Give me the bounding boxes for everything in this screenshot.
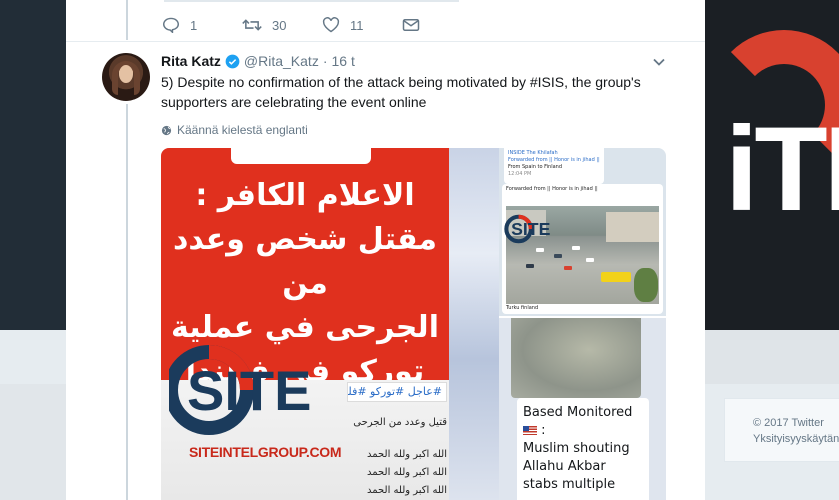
profile-nav-strip (705, 330, 839, 384)
reply-icon (162, 17, 180, 33)
avatar[interactable] (102, 53, 150, 101)
media-image-top-right[interactable]: INSIDE The Khilafah Forwarded from || Ho… (499, 148, 666, 316)
svg-text:SITE: SITE (187, 359, 311, 422)
blurred-photo (511, 318, 641, 398)
retweet-button[interactable]: 30 (242, 17, 322, 33)
media-background-sky (449, 148, 499, 500)
envelope-icon (402, 19, 420, 31)
us-flag-icon (523, 426, 537, 435)
reply-button[interactable]: 1 (162, 17, 242, 33)
previous-tweet-actions: 1 30 11 (162, 14, 482, 36)
tweet-divider (66, 41, 705, 42)
tweet-text: 5) Despite no confirmation of the attack… (161, 74, 641, 110)
site-url: SITEINTELGROUP.COM (189, 444, 342, 460)
chat-photo-message: Forwarded from || Honor is in jihad || S… (502, 184, 663, 314)
like-count: 11 (350, 17, 364, 33)
translate-tweet-link[interactable]: Käännä kielestä englanti (161, 123, 308, 137)
separator-dot: · (322, 53, 328, 69)
photo-caption: Turku finland (506, 305, 539, 311)
translate-label: Käännä kielestä englanti (177, 123, 308, 137)
banner-logo-letters: iTE (725, 102, 839, 236)
svg-text:SITE: SITE (511, 219, 550, 239)
author-name[interactable]: Rita Katz (161, 53, 221, 69)
heart-icon (322, 17, 340, 33)
site-watermark-icon: SITE (504, 214, 551, 244)
previous-tweet-media-edge (164, 0, 459, 2)
chat-message-top: INSIDE The Khilafah Forwarded from || Ho… (504, 148, 604, 184)
page-background-left-footer (0, 384, 66, 500)
poster-arabic-lines: قتيل وعدد من الجرحى الله اكبر ولله الحمد… (353, 417, 447, 496)
profile-banner-right: iTE (705, 0, 839, 330)
verified-badge-icon (225, 54, 240, 68)
media-image-bottom-right[interactable]: Based Monitored : Muslim shouting Allahu… (499, 318, 666, 500)
retweet-count: 30 (272, 17, 287, 33)
tweet-column: 1 30 11 Rita Katz @Rita_Katz · 16 t 5) D… (66, 0, 705, 500)
globe-icon (161, 125, 172, 135)
author-handle[interactable]: @Rita_Katz (244, 53, 319, 69)
thread-line (126, 104, 128, 500)
chevron-down-icon[interactable] (652, 55, 666, 69)
poster-top-tab (231, 148, 371, 164)
footer-links: © 2017 Twitter Yksityisyyskäytän (724, 398, 839, 462)
reply-count: 1 (190, 17, 198, 33)
direct-message-button[interactable] (402, 18, 482, 32)
footer-privacy-link[interactable]: Yksityisyyskäytän (753, 431, 839, 447)
tweet-media-grid: الاعلام الكافر : مقتل شخص وعدد من الجرحى… (161, 148, 666, 500)
like-button[interactable]: 11 (322, 17, 402, 33)
profile-banner-left (0, 0, 66, 330)
footer-copyright: © 2017 Twitter (753, 417, 824, 429)
tweet-header: Rita Katz @Rita_Katz · 16 t (161, 53, 355, 69)
message-card: Based Monitored : Muslim shouting Allahu… (517, 398, 649, 500)
thread-line (126, 0, 128, 40)
tweet-timestamp[interactable]: 16 t (332, 53, 355, 69)
poster-hashtags: #عاجل #توركو #فلندا (347, 382, 447, 402)
retweet-icon (242, 19, 262, 31)
media-image-left[interactable]: الاعلام الكافر : مقتل شخص وعدد من الجرحى… (161, 148, 449, 500)
